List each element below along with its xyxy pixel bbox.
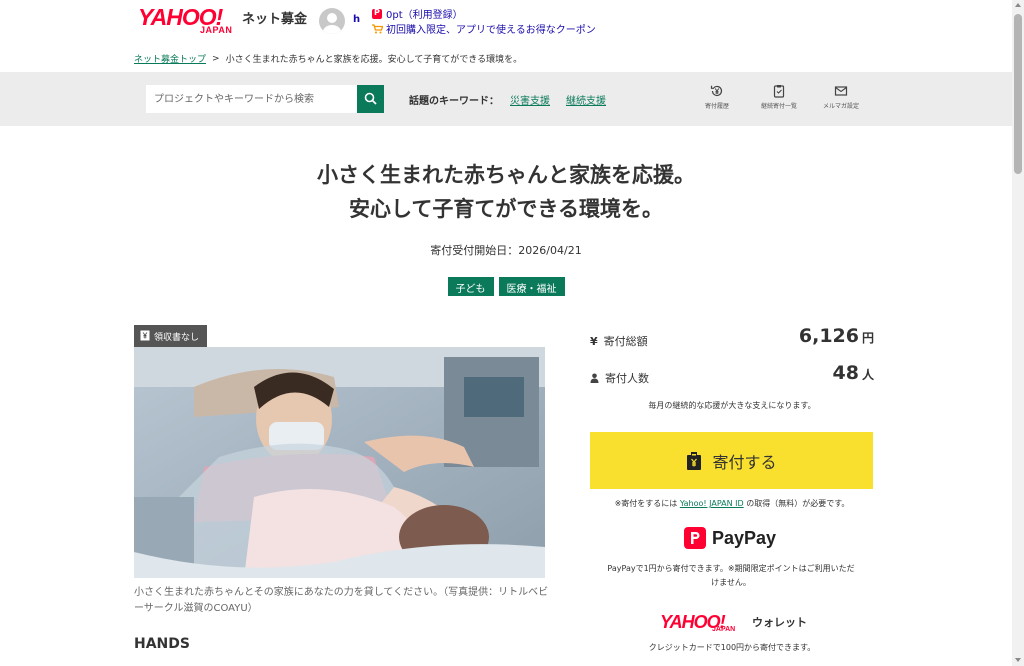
donor-count-value: 48 (832, 362, 859, 384)
donation-history-link[interactable]: 寄付履歴 (690, 84, 744, 110)
total-donation-value: 6,126 (798, 325, 859, 347)
donor-count-unit: 人 (861, 368, 874, 382)
total-donation-row: ¥ 寄付総額 6,126 円 (590, 325, 874, 355)
title-line-1: 小さく生まれた赤ちゃんと家族を応援。 (317, 163, 695, 187)
title-line-2: 安心して子育てができる環境を。 (349, 197, 663, 221)
username[interactable]: h (353, 14, 360, 25)
donate-button-label: 寄付する (712, 452, 777, 472)
yen-history-icon (710, 85, 723, 97)
paypay-note: PayPayで1円から寄付できます。※期間限定ポイントはご利用いただけません。 (607, 564, 855, 587)
site-header: YAHOO! JAPAN ネット募金 h 0pt（利用登録） 初回購入限定、アプ… (0, 0, 1012, 72)
search-icon (364, 92, 377, 105)
no-receipt-badge: 領収書なし (134, 325, 208, 347)
search-button[interactable] (357, 85, 384, 113)
avatar[interactable] (319, 8, 345, 34)
donate-button[interactable]: 寄付する (590, 432, 873, 489)
wallet-logo-sub: JAPAN (712, 626, 736, 633)
credit-note: クレジットカードで100円から寄付できます。 (648, 643, 816, 652)
continuous-donation-link[interactable]: 継続寄付一覧 (752, 84, 806, 110)
donor-count-value-wrap: 48 人 (833, 362, 874, 384)
yahoo-japan-logo[interactable]: YAHOO! JAPAN (138, 6, 238, 36)
photo-caption: 小さく生まれた赤ちゃんとその家族にあなたの力を貸してください。（写真提供：リトル… (134, 587, 549, 614)
yahoo-id-link[interactable]: Yahoo! JAPAN ID (680, 499, 744, 508)
scroll-down-icon[interactable] (1015, 658, 1021, 662)
category-tags: 子ども 医療・福祉 (0, 277, 1012, 296)
points-link[interactable]: 0pt（利用登録） (372, 6, 463, 21)
id-notice: ※寄付をするには Yahoo! JAPAN ID の取得（無料）が必要です。 (590, 498, 874, 509)
keyword-link-continuous[interactable]: 継続支援 (566, 92, 606, 107)
wallet-label: ウォレット (752, 616, 807, 629)
scroll-thumb[interactable] (1014, 14, 1022, 174)
paypay-point-icon (372, 8, 382, 19)
breadcrumb-separator: > (212, 53, 220, 64)
keyword-link-disaster[interactable]: 災害支援 (510, 92, 550, 107)
total-donation-label: 寄付総額 (603, 335, 648, 348)
paypay-logo: PayPay (684, 527, 776, 549)
tag-children[interactable]: 子ども (447, 277, 494, 296)
section-heading: HANDS (134, 636, 190, 652)
paypay-logo-text: PayPay (712, 527, 777, 548)
coupon-link[interactable]: 初回購入限定、アプリで使えるお得なクーポン (372, 21, 596, 36)
page-title: 小さく生まれた赤ちゃんと家族を応援。 安心して子育てができる環境を。 (0, 158, 1012, 226)
breadcrumb: ネット募金トップ > 小さく生まれた赤ちゃんと家族を応援。安心して子育てができる… (134, 52, 523, 66)
breadcrumb-current: 小さく生まれた赤ちゃんと家族を応援。安心して子育てができる環境を。 (225, 55, 523, 65)
search-input[interactable] (146, 85, 357, 113)
tag-medical-welfare[interactable]: 医療・福祉 (498, 277, 565, 296)
donation-history-label: 寄付履歴 (704, 103, 729, 110)
total-donation-value-wrap: 6,126 円 (799, 325, 874, 347)
no-receipt-text: 領収書なし (154, 333, 200, 343)
id-notice-prefix: ※寄付をするには (614, 499, 678, 508)
encourage-text: 毎月の継続的な応援が大きな支えになります。 (648, 401, 816, 410)
breadcrumb-home-link[interactable]: ネット募金トップ (134, 52, 206, 65)
scroll-up-icon[interactable] (1015, 3, 1021, 7)
keyword-label: 話題のキーワード： (409, 96, 499, 107)
page-scrollbar[interactable] (1012, 0, 1024, 666)
yen-icon: ¥ (590, 334, 598, 348)
donor-count-row: 寄付人数 48 人 (590, 362, 874, 392)
points-text: 0pt（利用登録） (386, 10, 463, 21)
newsletter-settings-label: メルマガ設定 (822, 103, 859, 110)
donor-count-label: 寄付人数 (605, 372, 649, 385)
yahoo-wallet-logo: YAHOO! JAPAN ウォレット (660, 612, 810, 638)
total-donation-unit: 円 (861, 331, 874, 345)
cart-icon (372, 23, 383, 33)
total-donation-label-wrap: ¥ 寄付総額 (590, 333, 648, 349)
newsletter-settings-link[interactable]: メルマガ設定 (814, 84, 868, 110)
service-name[interactable]: ネット募金 (242, 8, 307, 27)
clipboard-icon (773, 85, 785, 98)
donation-box-icon (687, 451, 702, 470)
person-icon (590, 373, 599, 383)
start-date: 寄付受付開始日：2026/04/21 (430, 244, 582, 257)
donor-count-label-wrap: 寄付人数 (590, 370, 649, 386)
logo-sub-text: JAPAN (200, 25, 233, 35)
mail-icon (834, 86, 848, 96)
continuous-donation-label: 継続寄付一覧 (760, 103, 797, 110)
coupon-text: 初回購入限定、アプリで使えるお得なクーポン (386, 25, 596, 36)
receipt-icon (140, 330, 150, 341)
project-photo (134, 347, 545, 578)
paypay-icon (684, 527, 706, 549)
id-notice-suffix: の取得（無料）が必要です。 (746, 499, 850, 508)
